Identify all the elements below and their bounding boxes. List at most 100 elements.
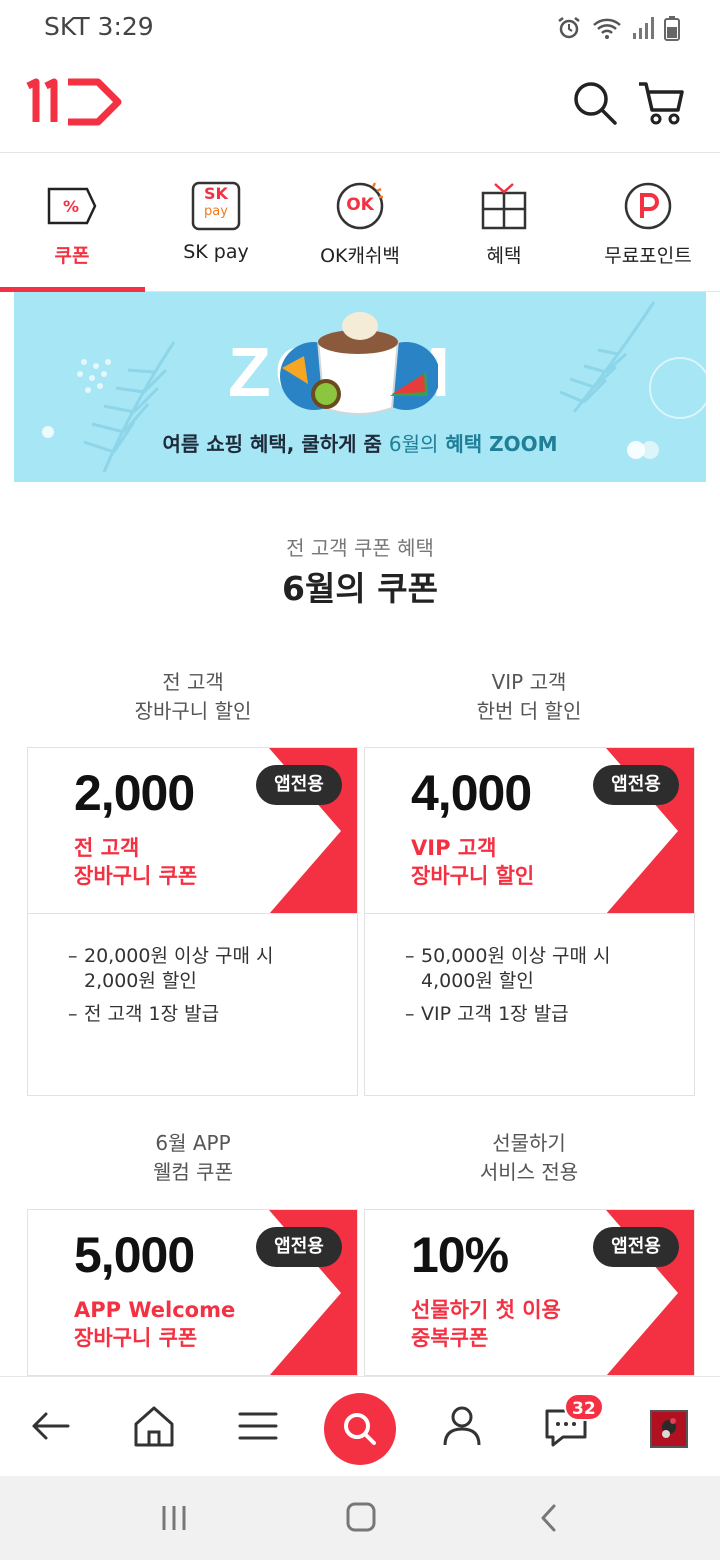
coupon-group-label: 6월 APP 웰컴 쿠폰 <box>28 1129 358 1187</box>
category-label: 혜택 <box>486 245 522 267</box>
chat-count-badge: 32 <box>564 1393 604 1421</box>
coupon-amount: 10% <box>411 1227 509 1283</box>
category-label: 쿠폰 <box>54 245 90 267</box>
bottom-nav: 32 <box>0 1376 720 1476</box>
coupon-label-line2: 장바구니 할인 <box>134 699 252 723</box>
home-icon[interactable] <box>127 1399 181 1453</box>
section-subtitle: 전 고객 쿠폰 혜택 <box>286 536 434 560</box>
status-bar: SKT 3:29 <box>0 0 720 56</box>
signal-icon <box>633 17 654 39</box>
coupon-card-top: 4,000 VIP 고객 장바구니 할인 앱전용 <box>365 748 694 914</box>
category-sk-pay[interactable]: SK pay SK pay <box>144 153 288 293</box>
coupon-name-line2: 장바구니 쿠폰 <box>74 864 198 888</box>
percent-coupon-icon: % <box>47 187 97 225</box>
coupon-label-line1: 선물하기 <box>492 1131 566 1155</box>
dessert-illustration-icon <box>280 312 438 415</box>
coupon-group-label: VIP 고객 한번 더 할인 <box>364 668 694 726</box>
coupon-group-label: 선물하기 서비스 전용 <box>364 1129 694 1187</box>
search-fab-button[interactable] <box>324 1393 396 1465</box>
coupon-label-line1: 6월 APP <box>155 1131 231 1155</box>
category-coupon[interactable]: % 쿠폰 <box>0 153 144 293</box>
banner-tagline-part2: 6월의 <box>388 432 439 456</box>
coupon-label-line2: 한번 더 할인 <box>476 699 582 723</box>
app-only-badge: 앱전용 <box>256 1227 342 1267</box>
coupon-name: 선물하기 첫 이용 중복쿠폰 <box>411 1296 561 1352</box>
coupon-details: 50,000원 이상 구매 시 4,000원 할인 VIP 고객 1장 발급 <box>405 944 610 1035</box>
search-icon[interactable] <box>570 78 620 128</box>
recent-apps-icon[interactable] <box>158 1502 190 1534</box>
coupon-card-top: 5,000 APP Welcome 장바구니 쿠폰 앱전용 <box>28 1210 357 1376</box>
coupon-name-line1: 선물하기 첫 이용 <box>411 1298 561 1322</box>
coupon-card-all-customers[interactable]: 2,000 전 고객 장바구니 쿠폰 앱전용 20,000원 이상 구매 시 2… <box>27 747 358 1096</box>
recent-viewed-thumbnail[interactable] <box>650 1410 688 1448</box>
sk-pay-icon-text: SK pay <box>191 185 241 221</box>
status-icons <box>556 12 680 44</box>
app-only-badge: 앱전용 <box>593 765 679 805</box>
coupon-name-line2: 중복쿠폰 <box>411 1326 489 1350</box>
coupon-name-line2: 장바구니 쿠폰 <box>74 1326 198 1350</box>
home-button-icon[interactable] <box>344 1500 378 1534</box>
coupon-card-vip[interactable]: 4,000 VIP 고객 장바구니 할인 앱전용 50,000원 이상 구매 시… <box>364 747 695 1096</box>
coupon-name-line2: 장바구니 할인 <box>411 864 535 888</box>
coupon-name-line1: APP Welcome <box>74 1298 236 1322</box>
sk-icon-bottom: pay <box>204 204 228 219</box>
coupon-detail-row: 전 고객 1장 발급 <box>68 1002 273 1027</box>
section-title: 6월의 쿠폰 <box>282 569 438 608</box>
category-free-point[interactable]: 무료포인트 <box>576 153 720 293</box>
banner-tagline-part3: 혜택 ZOOM <box>445 432 558 456</box>
coupon-card-gift-service[interactable]: 10% 선물하기 첫 이용 중복쿠폰 앱전용 <box>364 1209 695 1376</box>
recent-item-image <box>652 1412 686 1446</box>
coupon-amount: 2,000 <box>74 765 195 821</box>
coupon-name-line1: VIP 고객 <box>411 836 497 860</box>
category-label: SK pay <box>183 241 249 263</box>
coupon-detail-row: VIP 고객 1장 발급 <box>405 1002 610 1027</box>
coupon-detail-row: 20,000원 이상 구매 시 2,000원 할인 <box>68 944 273 994</box>
coupon-label-line1: 전 고객 <box>162 670 224 694</box>
system-back-icon[interactable] <box>534 1502 566 1534</box>
system-nav-bar <box>0 1476 720 1560</box>
coupon-detail-text: 4,000원 할인 <box>421 970 534 992</box>
coupon-group-label: 전 고객 장바구니 할인 <box>28 668 358 726</box>
content-area: ZOOM 여름 쇼핑 혜택, 쿨하게 줌 6월의 혜택 ZOOM 전 고객 쿠폰… <box>14 292 706 1376</box>
category-label: OK캐쉬백 <box>320 245 400 267</box>
gift-box-icon <box>481 183 527 230</box>
coupon-detail-text: VIP 고객 1장 발급 <box>421 1003 569 1025</box>
category-label: 무료포인트 <box>604 245 692 267</box>
ok-icon-text: OK <box>346 195 374 215</box>
coupon-label-line2: 웰컴 쿠폰 <box>153 1160 233 1184</box>
coupon-name-line1: 전 고객 <box>74 836 140 860</box>
coupon-card-app-welcome[interactable]: 5,000 APP Welcome 장바구니 쿠폰 앱전용 <box>27 1209 358 1376</box>
banner-tagline: 여름 쇼핑 혜택, 쿨하게 줌 6월의 혜택 ZOOM <box>14 428 706 457</box>
category-benefit[interactable]: 혜택 <box>432 153 576 293</box>
wifi-icon <box>593 18 621 39</box>
coupon-name: 전 고객 장바구니 쿠폰 <box>74 834 197 890</box>
category-ok-cashbag[interactable]: OK OK캐쉬백 <box>288 153 432 293</box>
status-time: SKT 3:29 <box>44 12 154 41</box>
point-p-icon <box>624 182 672 230</box>
coupon-label-line2: 서비스 전용 <box>479 1160 579 1184</box>
search-icon <box>344 1413 376 1445</box>
coupon-detail-text: 2,000원 할인 <box>84 970 197 992</box>
coupon-card-top: 10% 선물하기 첫 이용 중복쿠폰 앱전용 <box>365 1210 694 1376</box>
eleven-st-logo[interactable] <box>24 78 124 126</box>
coupon-name: APP Welcome 장바구니 쿠폰 <box>74 1296 235 1352</box>
app-header <box>0 56 720 152</box>
app-only-badge: 앱전용 <box>593 1227 679 1267</box>
cart-icon[interactable] <box>636 78 686 128</box>
promo-banner[interactable]: ZOOM 여름 쇼핑 혜택, 쿨하게 줌 6월의 혜택 ZOOM <box>14 292 706 482</box>
category-nav: % 쿠폰 SK pay SK pay OK OK캐쉬백 혜택 무료포인트 <box>0 152 720 292</box>
coupon-detail-row: 50,000원 이상 구매 시 4,000원 할인 <box>405 944 610 994</box>
app-only-badge: 앱전용 <box>256 765 342 805</box>
my-account-icon[interactable] <box>435 1399 489 1453</box>
coupon-card-top: 2,000 전 고객 장바구니 쿠폰 앱전용 <box>28 748 357 914</box>
menu-icon[interactable] <box>231 1399 285 1453</box>
coupon-amount: 5,000 <box>74 1227 195 1283</box>
svg-text:%: % <box>63 197 79 216</box>
banner-tagline-part1: 여름 쇼핑 혜택, 쿨하게 줌 <box>162 432 382 456</box>
back-arrow-icon[interactable] <box>24 1399 78 1453</box>
battery-icon <box>664 16 680 41</box>
coupon-details: 20,000원 이상 구매 시 2,000원 할인 전 고객 1장 발급 <box>68 944 273 1035</box>
coupon-detail-text: 전 고객 1장 발급 <box>84 1003 220 1025</box>
coupon-label-line1: VIP 고객 <box>491 670 567 694</box>
coupon-detail-text: 20,000원 이상 구매 시 <box>84 945 274 967</box>
